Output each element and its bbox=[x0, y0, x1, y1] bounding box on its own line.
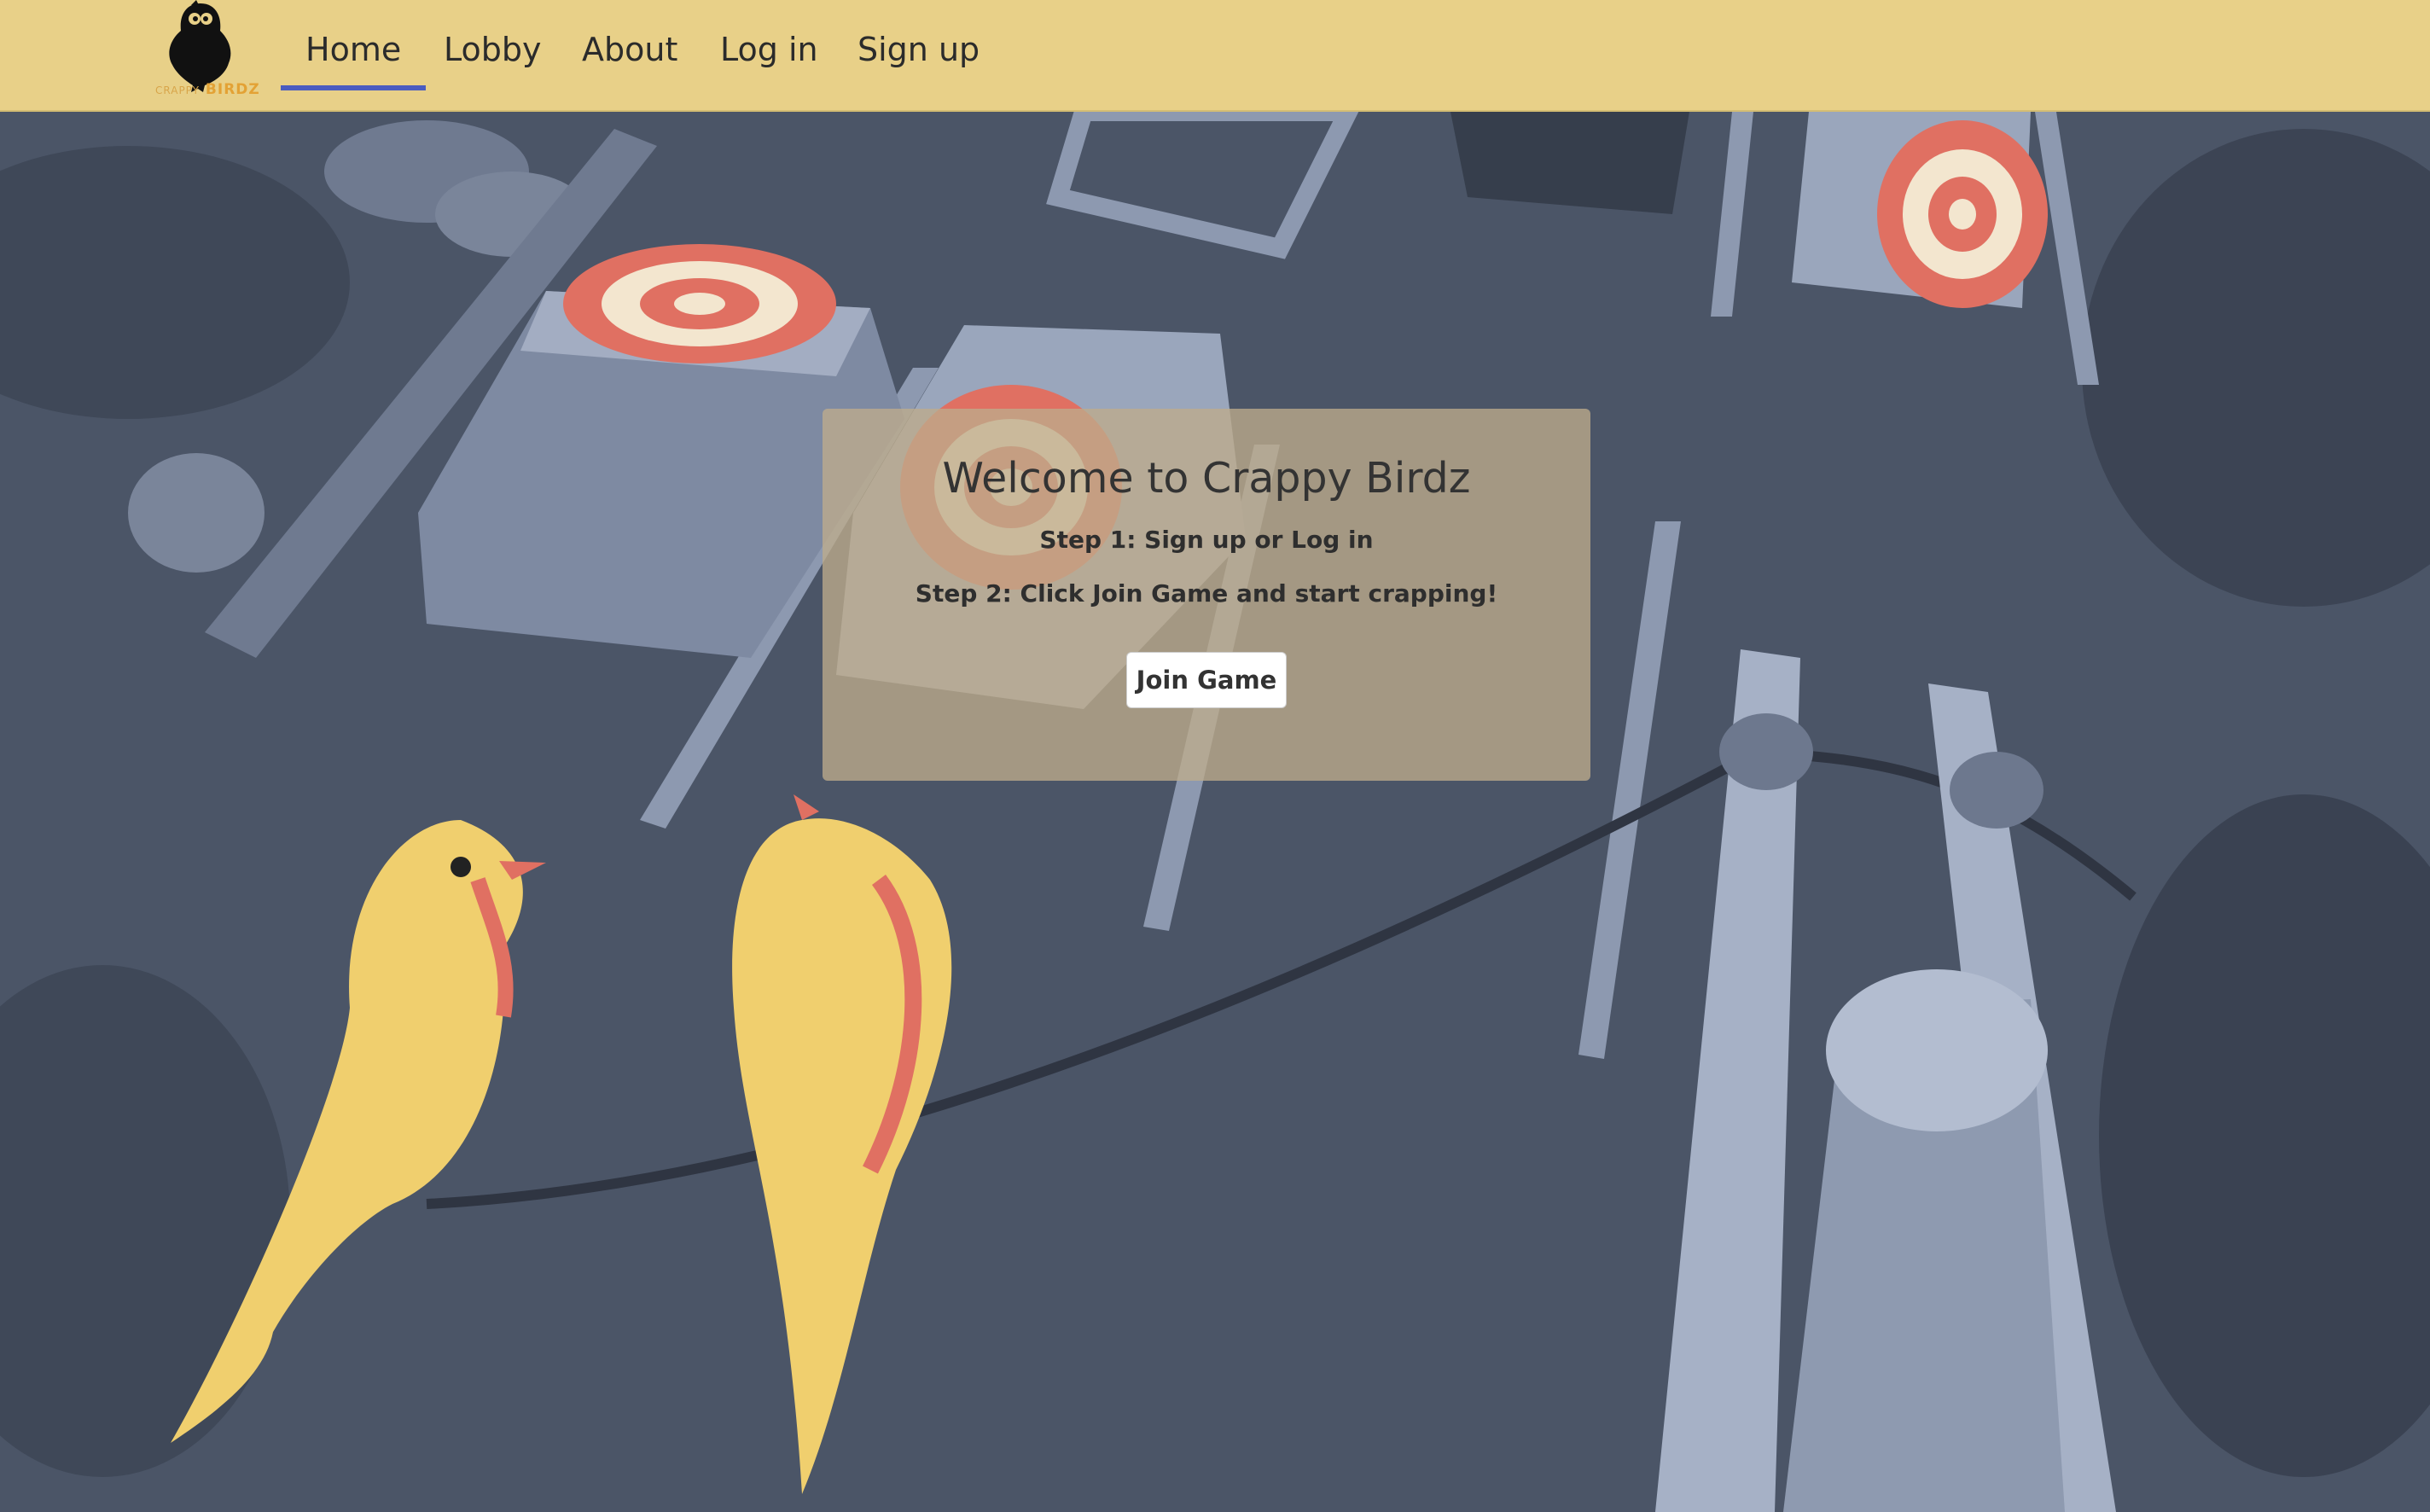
logo-word-small: CRAPPY bbox=[155, 84, 200, 96]
logo-word-large: BIRDZ bbox=[205, 81, 260, 98]
top-navbar: CRAPPY BIRDZ Home Lobby About Log in Sig… bbox=[0, 0, 2430, 112]
car-with-target-3 bbox=[1792, 112, 2048, 308]
welcome-panel: Welcome to Crappy Birdz Step 1: Sign up … bbox=[823, 409, 1590, 781]
welcome-title: Welcome to Crappy Birdz bbox=[942, 454, 1471, 503]
nav-about[interactable]: About bbox=[557, 26, 702, 73]
step-1-text: Step 1: Sign up or Log in bbox=[1039, 526, 1374, 554]
nav-home[interactable]: Home bbox=[281, 26, 427, 90]
logo-wordmark: CRAPPY BIRDZ bbox=[155, 81, 260, 98]
nav-login[interactable]: Log in bbox=[695, 26, 843, 73]
nav-lobby[interactable]: Lobby bbox=[419, 26, 566, 73]
join-game-button[interactable]: Join Game bbox=[1126, 652, 1287, 708]
parking-lot-illustration bbox=[0, 112, 2430, 1512]
step-2-text: Step 2: Click Join Game and start crappi… bbox=[915, 579, 1498, 608]
nav-signup[interactable]: Sign up bbox=[833, 26, 1004, 73]
